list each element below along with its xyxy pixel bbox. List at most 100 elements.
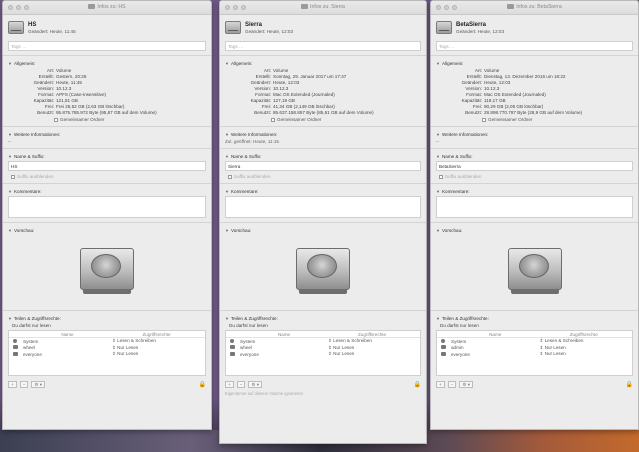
- section-general[interactable]: ▼ Allgemein:: [225, 61, 421, 66]
- disclosure-triangle-icon[interactable]: ▼: [8, 61, 12, 66]
- disclosure-triangle-icon[interactable]: ▼: [436, 316, 440, 321]
- permission-privilege[interactable]: ⇕ Nur Lesen: [328, 351, 416, 357]
- add-user-button[interactable]: +: [436, 381, 445, 388]
- section-name-ext[interactable]: ▼ Name & Suffix:: [8, 154, 206, 159]
- title-bar[interactable]: Infos zu: BetaSierra: [431, 1, 638, 15]
- disclosure-triangle-icon[interactable]: ▼: [8, 228, 12, 233]
- permission-user-name: wheel: [23, 345, 36, 351]
- add-user-button[interactable]: +: [8, 381, 17, 388]
- section-more-info[interactable]: ▼ Weitere Informationen:: [436, 132, 633, 137]
- disclosure-triangle-icon[interactable]: ▼: [8, 189, 12, 194]
- disclosure-triangle-icon[interactable]: ▼: [225, 189, 229, 194]
- hard-drive-preview-icon: [80, 248, 134, 294]
- disclosure-triangle-icon[interactable]: ▼: [225, 61, 229, 66]
- permission-privilege[interactable]: ⇕ Nur Lesen: [112, 351, 201, 357]
- column-header-privilege[interactable]: Zugriffsrechte: [112, 332, 201, 337]
- title-bar[interactable]: Infos zu: HS: [3, 1, 211, 15]
- section-comments[interactable]: ▼ Kommentare:: [225, 189, 421, 194]
- ignore-ownership-label: Eigentümer auf diesem Volume ignorieren: [225, 391, 303, 396]
- table-row[interactable]: System ⇕ Lesen & Schreiben: [437, 338, 632, 345]
- disclosure-triangle-icon[interactable]: ▼: [225, 132, 229, 137]
- section-preview[interactable]: ▼ Vorschau:: [436, 228, 633, 233]
- section-comments[interactable]: ▼ Kommentare:: [8, 189, 206, 194]
- comments-textarea[interactable]: [225, 196, 421, 218]
- shared-folder-checkbox[interactable]: [271, 117, 275, 122]
- section-name-ext[interactable]: ▼ Name & Suffix:: [436, 154, 633, 159]
- name-field[interactable]: Sierra: [225, 161, 421, 171]
- table-row[interactable]: everyone ⇕ Nur Lesen: [226, 351, 420, 358]
- name-field[interactable]: BetaSierra: [436, 161, 633, 171]
- column-header-privilege[interactable]: Zugriffsrechte: [328, 332, 416, 337]
- section-sharing[interactable]: ▼ Teilen & Zugriffsrechte:: [436, 316, 633, 321]
- comments-textarea[interactable]: [436, 196, 633, 218]
- action-menu-button[interactable]: ⚙ ▾: [31, 381, 46, 388]
- shared-folder-checkbox[interactable]: [482, 117, 486, 122]
- tags-input[interactable]: Tags …: [8, 41, 206, 51]
- group-icon: [230, 351, 240, 357]
- section-name-ext[interactable]: ▼ Name & Suffix:: [225, 154, 421, 159]
- permission-privilege[interactable]: ⇕ Nur Lesen: [328, 345, 416, 351]
- remove-user-button[interactable]: −: [19, 381, 29, 388]
- disclosure-triangle-icon[interactable]: ▼: [8, 316, 12, 321]
- disclosure-triangle-icon[interactable]: ▼: [436, 228, 440, 233]
- section-more-info[interactable]: ▼ Weitere Informationen:: [8, 132, 206, 137]
- more-info-value: --: [8, 139, 12, 144]
- section-general[interactable]: ▼ Allgemein:: [436, 61, 633, 66]
- table-row[interactable]: everyone ⇕ Nur Lesen: [437, 351, 632, 358]
- table-row[interactable]: System ⇕ Lesen & Schreiben: [226, 338, 420, 345]
- table-row[interactable]: admin ⇕ Nur Lesen: [437, 345, 632, 352]
- permission-privilege[interactable]: ⇕ Nur Lesen: [540, 351, 629, 357]
- column-header-name[interactable]: Name: [240, 332, 328, 337]
- remove-user-button[interactable]: −: [236, 381, 246, 388]
- add-user-button[interactable]: +: [225, 381, 234, 388]
- lock-icon[interactable]: 🔒: [414, 381, 421, 388]
- disclosure-triangle-icon[interactable]: ▼: [436, 189, 440, 194]
- comments-textarea[interactable]: [8, 196, 206, 218]
- action-menu-button[interactable]: ⚙ ▾: [248, 381, 263, 388]
- section-sharing[interactable]: ▼ Teilen & Zugriffsrechte:: [225, 316, 421, 321]
- permission-privilege[interactable]: ⇕ Lesen & Schreiben: [328, 338, 416, 344]
- disclosure-triangle-icon[interactable]: ▼: [8, 154, 12, 159]
- disclosure-triangle-icon[interactable]: ▼: [436, 154, 440, 159]
- user-icon: [13, 338, 23, 344]
- disclosure-triangle-icon[interactable]: ▼: [8, 132, 12, 137]
- column-header-name[interactable]: Name: [451, 332, 540, 337]
- hide-extension-checkbox[interactable]: [228, 174, 232, 179]
- table-row[interactable]: wheel ⇕ Nur Lesen: [226, 345, 420, 352]
- name-field[interactable]: HS: [8, 161, 206, 171]
- permission-privilege[interactable]: ⇕ Nur Lesen: [112, 345, 201, 351]
- tags-input[interactable]: Tags …: [225, 41, 421, 51]
- hide-extension-checkbox[interactable]: [11, 174, 15, 179]
- shared-folder-checkbox[interactable]: [54, 117, 58, 122]
- section-preview[interactable]: ▼ Vorschau:: [225, 228, 421, 233]
- permissions-table: Name Zugriffsrechte System ⇕ Lesen & Schr…: [8, 330, 206, 376]
- title-bar[interactable]: Infos zu: Sierra: [220, 1, 426, 15]
- user-icon: [441, 338, 451, 344]
- tags-input[interactable]: Tags …: [436, 41, 633, 51]
- disclosure-triangle-icon[interactable]: ▼: [436, 61, 440, 66]
- hide-extension-checkbox[interactable]: [439, 174, 443, 179]
- permission-privilege[interactable]: ⇕ Nur Lesen: [540, 345, 629, 351]
- permission-user-name: everyone: [240, 351, 259, 357]
- section-sharing[interactable]: ▼ Teilen & Zugriffsrechte:: [8, 316, 206, 321]
- lock-icon[interactable]: 🔒: [199, 381, 206, 388]
- disclosure-triangle-icon[interactable]: ▼: [225, 154, 229, 159]
- lock-icon[interactable]: 🔒: [626, 381, 633, 388]
- disclosure-triangle-icon[interactable]: ▼: [436, 132, 440, 137]
- table-row[interactable]: everyone ⇕ Nur Lesen: [9, 351, 205, 358]
- remove-user-button[interactable]: −: [447, 381, 457, 388]
- section-preview[interactable]: ▼ Vorschau:: [8, 228, 206, 233]
- column-header-privilege[interactable]: Zugriffsrechte: [540, 332, 629, 337]
- disclosure-triangle-icon[interactable]: ▼: [225, 316, 229, 321]
- table-row[interactable]: wheel ⇕ Nur Lesen: [9, 345, 205, 352]
- section-more-info[interactable]: ▼ Weitere Informationen:: [225, 132, 421, 137]
- permission-privilege[interactable]: ⇕ Lesen & Schreiben: [112, 338, 201, 344]
- section-general[interactable]: ▼ Allgemein:: [8, 61, 206, 66]
- disclosure-triangle-icon[interactable]: ▼: [225, 228, 229, 233]
- action-menu-button[interactable]: ⚙ ▾: [459, 381, 474, 388]
- permission-privilege[interactable]: ⇕ Lesen & Schreiben: [540, 338, 629, 344]
- hide-extension-label: Suffix ausblenden: [445, 174, 482, 179]
- table-row[interactable]: System ⇕ Lesen & Schreiben: [9, 338, 205, 345]
- column-header-name[interactable]: Name: [23, 332, 112, 337]
- section-comments[interactable]: ▼ Kommentare:: [436, 189, 633, 194]
